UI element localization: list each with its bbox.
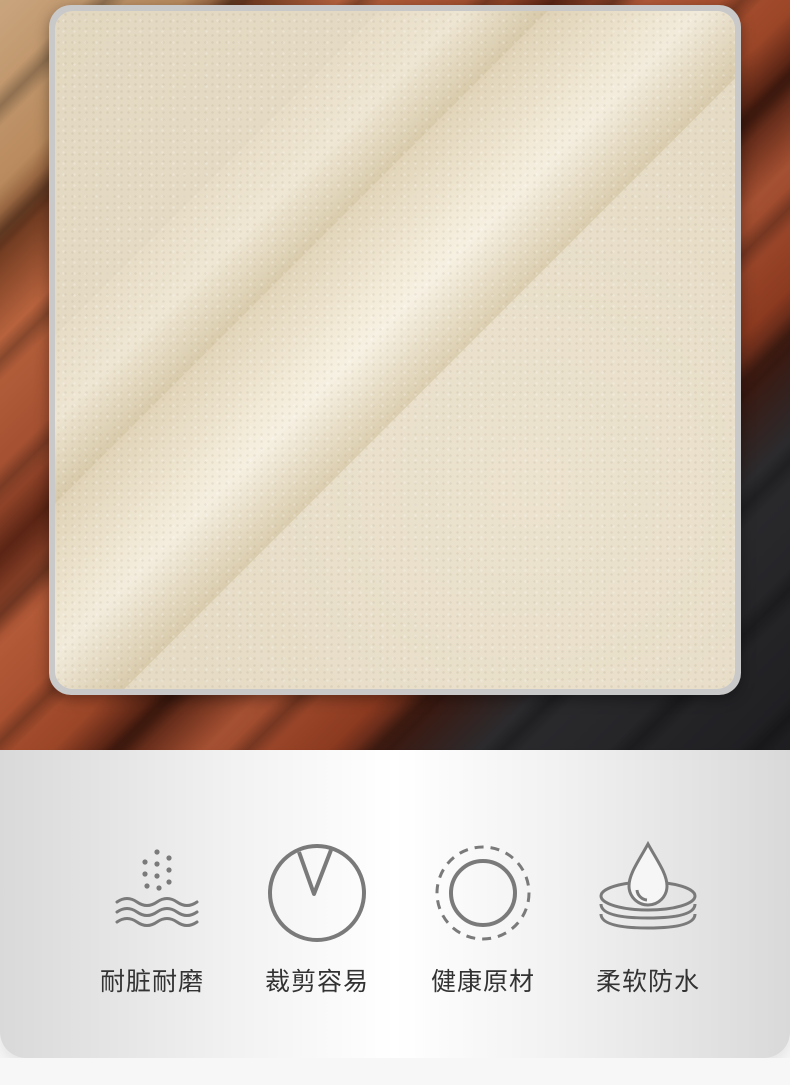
feature-label: 耐脏耐磨 <box>99 967 204 996</box>
feature-wear-resistant: 耐脏耐磨 <box>77 838 227 998</box>
healthy-material-icon <box>435 845 531 941</box>
feature-easy-cut: 裁剪容易 <box>242 838 392 998</box>
bottom-strip <box>0 1058 790 1085</box>
feature-waterproof: 柔软防水 <box>573 838 723 998</box>
product-swatch-frame <box>49 5 741 695</box>
feature-label: 健康原材 <box>430 967 535 996</box>
feature-healthy-material: 健康原材 <box>408 838 558 998</box>
easy-cut-icon <box>268 844 366 942</box>
feature-panel: 耐脏耐磨 裁剪容易 健康原材 柔软防水 <box>0 750 790 1058</box>
waterproof-icon <box>599 840 697 930</box>
feature-label: 裁剪容易 <box>264 967 369 996</box>
feature-list: 耐脏耐磨 裁剪容易 健康原材 柔软防水 <box>0 838 790 998</box>
feature-label: 柔软防水 <box>595 967 700 996</box>
beige-leather-swatch-image <box>55 11 735 689</box>
wear-resistant-icon <box>115 849 199 927</box>
